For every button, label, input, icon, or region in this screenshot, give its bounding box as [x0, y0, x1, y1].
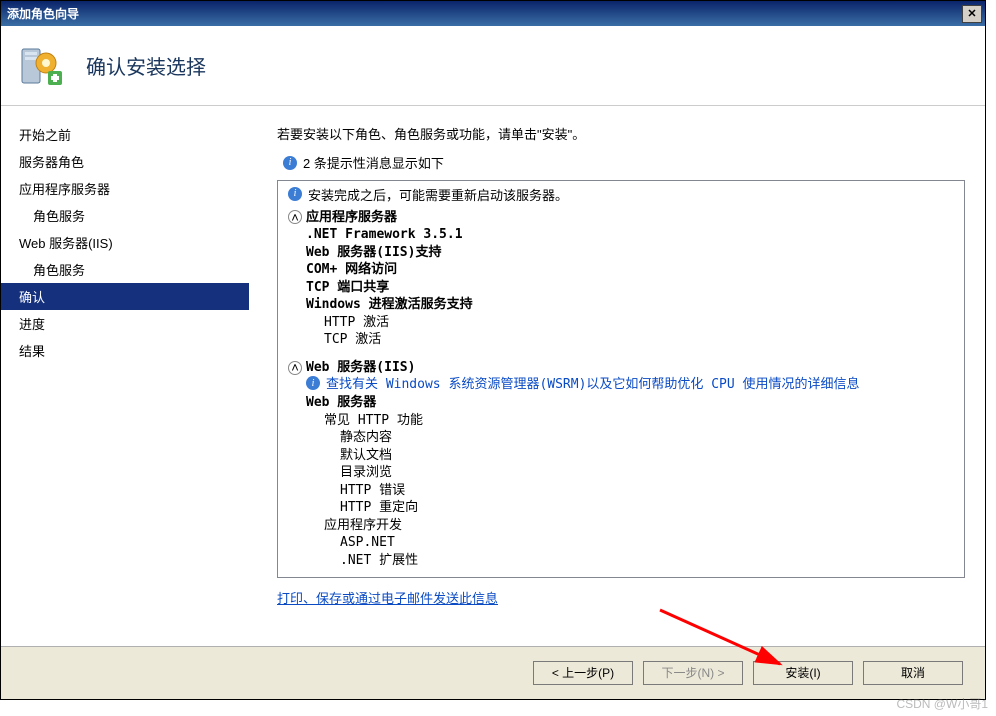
- wizard-window: 添加角色向导 ✕ 确认安装选择 开始之前 服务器角色 应用程序服务器 角色服务 …: [0, 0, 986, 700]
- list-item: ASP.NET: [288, 534, 954, 552]
- wizard-footer: < 上一步(P) 下一步(N) > 安装(I) 取消: [1, 646, 985, 698]
- list-item: .NET 扩展性: [288, 552, 954, 570]
- wizard-icon: [16, 41, 66, 91]
- wizard-header: 确认安装选择: [1, 26, 985, 106]
- info-icon: i: [288, 187, 302, 201]
- info-summary-text: 2 条提示性消息显示如下: [303, 153, 444, 172]
- section-web-iis[interactable]: ˄ Web 服务器(IIS): [288, 359, 954, 377]
- sidebar-item-app-server[interactable]: 应用程序服务器: [1, 175, 249, 202]
- sidebar-item-results[interactable]: 结果: [1, 337, 249, 364]
- print-save-email-link[interactable]: 打印、保存或通过电子邮件发送此信息: [277, 591, 498, 606]
- info-icon: i: [283, 156, 297, 170]
- instruction-text: 若要安装以下角色、角色服务或功能，请单击"安装"。: [277, 124, 965, 143]
- cancel-button[interactable]: 取消: [863, 661, 963, 685]
- sidebar-item-progress[interactable]: 进度: [1, 310, 249, 337]
- sidebar: 开始之前 服务器角色 应用程序服务器 角色服务 Web 服务器(IIS) 角色服…: [1, 106, 249, 646]
- wsrm-link[interactable]: 查找有关 Windows 系统资源管理器(WSRM)以及它如何帮助优化 CPU …: [326, 376, 860, 394]
- previous-button[interactable]: < 上一步(P): [533, 661, 633, 685]
- section-title: 应用程序服务器: [306, 209, 397, 227]
- window-title: 添加角色向导: [7, 5, 962, 22]
- list-item: HTTP 错误: [288, 482, 954, 500]
- list-item: 应用程序开发: [288, 517, 954, 535]
- sidebar-item-web-iis[interactable]: Web 服务器(IIS): [1, 229, 249, 256]
- sidebar-item-role-services-2[interactable]: 角色服务: [1, 256, 249, 283]
- list-item: COM+ 网络访问: [288, 261, 954, 279]
- wsrm-info-row: i 查找有关 Windows 系统资源管理器(WSRM)以及它如何帮助优化 CP…: [288, 376, 954, 394]
- info-icon: i: [306, 376, 320, 390]
- section-title: Web 服务器(IIS): [306, 359, 415, 377]
- list-item: Windows 进程激活服务支持: [288, 296, 954, 314]
- list-item: HTTP 重定向: [288, 499, 954, 517]
- list-item: HTTP 激活: [288, 314, 954, 332]
- list-item: 目录浏览: [288, 464, 954, 482]
- sidebar-item-before[interactable]: 开始之前: [1, 121, 249, 148]
- content-area: 若要安装以下角色、角色服务或功能，请单击"安装"。 i 2 条提示性消息显示如下…: [249, 106, 985, 646]
- collapse-icon[interactable]: ˄: [288, 361, 302, 375]
- collapse-icon[interactable]: ˄: [288, 210, 302, 224]
- list-item: 静态内容: [288, 429, 954, 447]
- list-item: TCP 端口共享: [288, 279, 954, 297]
- section-app-server[interactable]: ˄ 应用程序服务器: [288, 209, 954, 227]
- next-button: 下一步(N) >: [643, 661, 743, 685]
- list-item: Web 服务器: [288, 394, 954, 412]
- watermark: CSDN @W小哥1: [896, 695, 988, 712]
- restart-note-row: i 安装完成之后，可能需要重新启动该服务器。: [288, 187, 954, 205]
- info-summary-line: i 2 条提示性消息显示如下: [277, 153, 965, 172]
- print-save-email-row: 打印、保存或通过电子邮件发送此信息: [277, 588, 965, 607]
- details-panel[interactable]: i 安装完成之后，可能需要重新启动该服务器。 ˄ 应用程序服务器 .NET Fr…: [277, 180, 965, 578]
- install-button[interactable]: 安装(I): [753, 661, 853, 685]
- sidebar-item-confirm[interactable]: 确认: [1, 283, 249, 310]
- list-item: TCP 激活: [288, 331, 954, 349]
- list-item: Web 服务器(IIS)支持: [288, 244, 954, 262]
- close-button[interactable]: ✕: [962, 5, 982, 23]
- list-item: .NET Framework 3.5.1: [288, 226, 954, 244]
- list-item: 默认文档: [288, 447, 954, 465]
- sidebar-item-role-services-1[interactable]: 角色服务: [1, 202, 249, 229]
- list-item: 常见 HTTP 功能: [288, 412, 954, 430]
- sidebar-item-server-roles[interactable]: 服务器角色: [1, 148, 249, 175]
- restart-note: 安装完成之后，可能需要重新启动该服务器。: [308, 187, 568, 205]
- page-title: 确认安装选择: [86, 51, 206, 80]
- wizard-body: 开始之前 服务器角色 应用程序服务器 角色服务 Web 服务器(IIS) 角色服…: [1, 106, 985, 646]
- titlebar: 添加角色向导 ✕: [1, 1, 985, 26]
